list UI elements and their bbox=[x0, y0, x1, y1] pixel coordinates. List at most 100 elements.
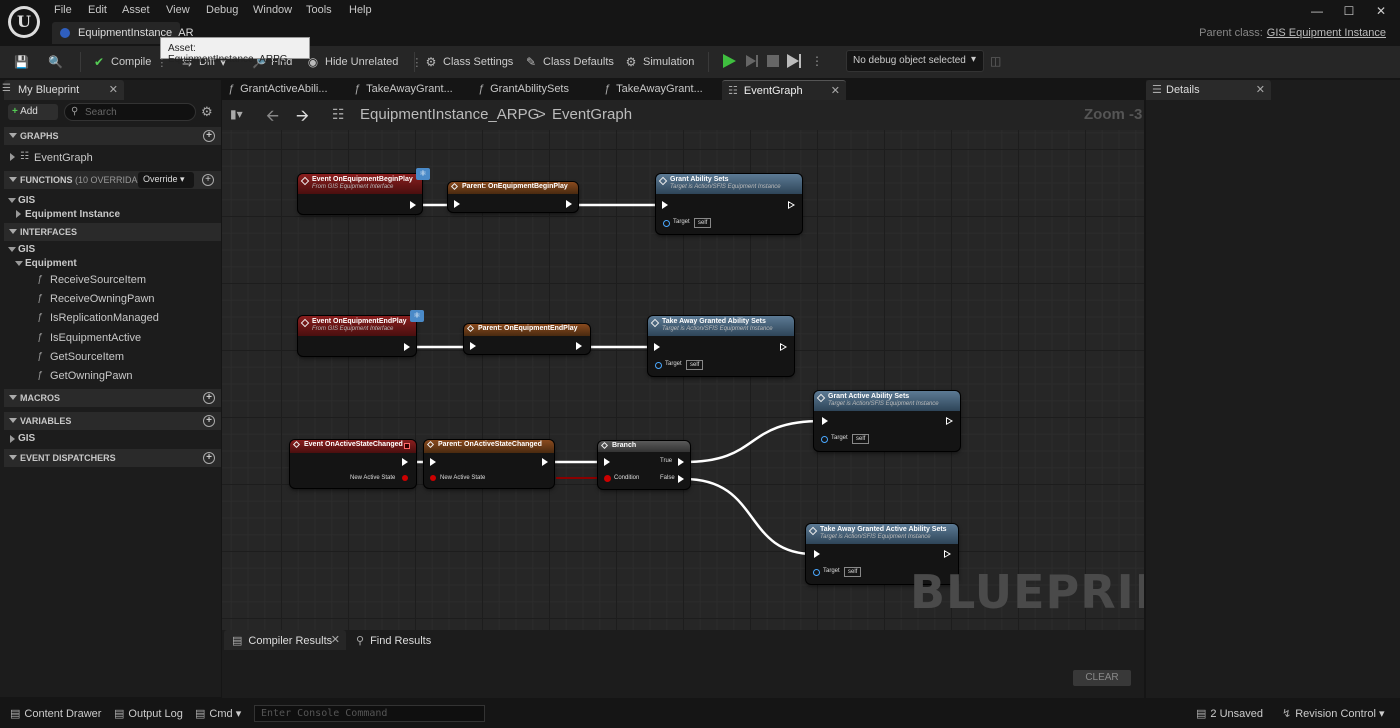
exec-in-pin[interactable] bbox=[604, 458, 610, 466]
node-event-on-equipment-begin-play[interactable]: Event OnEquipmentBeginPlay From GIS Equip… bbox=[298, 174, 422, 214]
tree-item-getsourceitem[interactable]: GetSourceItem bbox=[50, 351, 124, 363]
tab-eventgraph[interactable]: ☷ EventGraph ✕ bbox=[722, 80, 846, 100]
exec-out-pin[interactable] bbox=[410, 201, 416, 209]
delegate-pin[interactable] bbox=[404, 443, 410, 449]
output-log-button[interactable]: ▤ Output Log bbox=[114, 707, 183, 720]
node-parent-on-equipment-begin-play[interactable]: Parent: OnEquipmentBeginPlay bbox=[448, 182, 578, 212]
tab-grant-active-ability-sets[interactable]: ƒ GrantActiveAbili... bbox=[228, 80, 346, 100]
node-grant-ability-sets[interactable]: Grant Ability Sets Target is Action/SFIS … bbox=[656, 174, 802, 234]
true-exec-out-pin[interactable] bbox=[678, 458, 684, 466]
parent-class-link[interactable]: GIS Equipment Instance bbox=[1267, 27, 1386, 39]
self-value[interactable]: self bbox=[694, 218, 712, 228]
add-graph-icon[interactable]: + bbox=[203, 130, 215, 142]
stop-icon[interactable] bbox=[764, 52, 782, 70]
clear-button[interactable]: CLEAR bbox=[1073, 670, 1131, 686]
menu-file[interactable]: File bbox=[54, 4, 72, 18]
bool-out-pin[interactable] bbox=[402, 475, 408, 481]
add-variable-icon[interactable]: + bbox=[203, 415, 215, 427]
macros-section[interactable]: MACROS + bbox=[4, 389, 221, 407]
tree-category-gis[interactable]: GIS bbox=[18, 195, 35, 206]
tree-item-getowningpawn[interactable]: GetOwningPawn bbox=[50, 370, 133, 382]
node-grant-active-ability-sets[interactable]: Grant Active Ability Sets Target is Actio… bbox=[814, 391, 960, 451]
exec-out-pin[interactable] bbox=[780, 343, 787, 351]
debug-filter-icon[interactable]: ◫ bbox=[990, 54, 1001, 68]
back-arrow-icon[interactable]: 🡨 bbox=[266, 105, 279, 132]
menu-debug[interactable]: Debug bbox=[206, 4, 238, 18]
graphs-section[interactable]: GRAPHS + bbox=[4, 127, 221, 145]
close-icon[interactable]: ✕ bbox=[331, 633, 340, 646]
target-pin[interactable] bbox=[813, 569, 820, 576]
exec-out-pin[interactable] bbox=[946, 417, 953, 425]
menu-view[interactable]: View bbox=[166, 4, 190, 18]
find-results-tab[interactable]: ⚲ Find Results bbox=[348, 630, 448, 650]
play-icon[interactable] bbox=[720, 52, 738, 70]
tree-category-equipment[interactable]: Equipment bbox=[25, 258, 77, 269]
exec-in-pin[interactable] bbox=[814, 550, 820, 558]
tab-take-away-granted-2[interactable]: ƒ TakeAwayGrant... bbox=[604, 80, 722, 100]
target-pin[interactable] bbox=[821, 436, 828, 443]
menu-help[interactable]: Help bbox=[349, 4, 372, 18]
compiler-results-tab[interactable]: ▤ Compiler Results ✕ bbox=[224, 630, 346, 650]
unreal-logo-icon[interactable]: U bbox=[8, 6, 40, 38]
condition-pin[interactable] bbox=[604, 475, 611, 482]
node-event-on-active-state-changed[interactable]: Event OnActiveStateChanged New Active St… bbox=[290, 440, 416, 488]
unsaved-button[interactable]: ▤ 2 Unsaved bbox=[1196, 707, 1263, 720]
expand-arrow-icon[interactable] bbox=[16, 210, 21, 218]
cmd-dropdown[interactable]: ▤ Cmd ▾ bbox=[195, 707, 241, 720]
menu-asset[interactable]: Asset bbox=[122, 4, 150, 18]
target-pin[interactable] bbox=[655, 362, 662, 369]
exec-in-pin[interactable] bbox=[454, 200, 460, 208]
settings-gear-icon[interactable]: ⚙ bbox=[201, 104, 213, 120]
revision-control-button[interactable]: ↯ Revision Control ▾ bbox=[1282, 707, 1385, 720]
forward-arrow-icon[interactable]: 🡪 bbox=[296, 105, 309, 132]
self-value[interactable]: self bbox=[852, 434, 870, 444]
breadcrumb-graph[interactable]: EventGraph bbox=[552, 106, 632, 123]
false-exec-out-pin[interactable] bbox=[678, 475, 684, 483]
override-dropdown[interactable]: Override ▾ bbox=[138, 172, 194, 188]
maximize-icon[interactable]: ☐ bbox=[1342, 4, 1356, 18]
close-window-icon[interactable]: ✕ bbox=[1374, 4, 1388, 18]
details-tab[interactable]: ☰ Details ✕ bbox=[1146, 80, 1271, 100]
step-forward-icon[interactable] bbox=[743, 52, 761, 70]
tab-take-away-granted[interactable]: ƒ TakeAwayGrant... bbox=[354, 80, 472, 100]
self-value[interactable]: self bbox=[686, 360, 704, 370]
self-value[interactable]: self bbox=[844, 567, 862, 577]
close-icon[interactable]: ✕ bbox=[1256, 83, 1265, 96]
exec-in-pin[interactable] bbox=[430, 458, 436, 466]
eject-icon[interactable] bbox=[785, 52, 803, 70]
target-pin[interactable] bbox=[663, 220, 670, 227]
class-settings-button[interactable]: ⚙ Class Settings bbox=[424, 53, 514, 71]
close-icon[interactable]: ✕ bbox=[109, 83, 118, 96]
exec-in-pin[interactable] bbox=[654, 343, 660, 351]
tree-category-gis[interactable]: GIS bbox=[18, 433, 35, 444]
node-event-on-equipment-end-play[interactable]: Event OnEquipmentEndPlay From GIS Equipme… bbox=[298, 316, 416, 356]
exec-out-pin[interactable] bbox=[402, 458, 408, 466]
tree-item-isequipmentactive[interactable]: IsEquipmentActive bbox=[50, 332, 141, 344]
browse-button[interactable]: 🔍 bbox=[48, 53, 63, 71]
event-dispatchers-section[interactable]: EVENT DISPATCHERS + bbox=[4, 449, 221, 467]
tree-category-equipment-instance[interactable]: Equipment Instance bbox=[25, 209, 120, 220]
node-parent-on-equipment-end-play[interactable]: Parent: OnEquipmentEndPlay bbox=[464, 324, 590, 354]
debug-object-select[interactable]: No debug object selected ▾ bbox=[846, 50, 984, 72]
content-drawer-button[interactable]: ▤ Content Drawer bbox=[10, 707, 101, 720]
exec-in-pin[interactable] bbox=[470, 342, 476, 350]
minimize-icon[interactable]: — bbox=[1310, 4, 1324, 18]
collapse-arrow-icon[interactable] bbox=[8, 198, 16, 203]
save-button[interactable]: 💾 bbox=[14, 53, 29, 71]
exec-out-pin[interactable] bbox=[404, 343, 410, 351]
add-event-dispatcher-icon[interactable]: + bbox=[203, 452, 215, 464]
exec-in-pin[interactable] bbox=[662, 201, 668, 209]
hide-unrelated-button[interactable]: ◉ Hide Unrelated ⋮ bbox=[306, 53, 423, 71]
tree-item-isreplicationmanaged[interactable]: IsReplicationManaged bbox=[50, 312, 159, 324]
menu-edit[interactable]: Edit bbox=[88, 4, 107, 18]
exec-in-pin[interactable] bbox=[822, 417, 828, 425]
node-branch[interactable]: Branch True Condition False bbox=[598, 441, 690, 489]
expand-arrow-icon[interactable] bbox=[10, 153, 15, 161]
bookmark-icon[interactable]: ▮▾ bbox=[230, 107, 243, 121]
graph-canvas[interactable]: Event OnEquipmentBeginPlay From GIS Equip… bbox=[222, 130, 1144, 630]
breadcrumb-asset[interactable]: EquipmentInstance_ARPG bbox=[360, 106, 539, 123]
compile-button[interactable]: ✔ Compile ⋮ bbox=[92, 53, 167, 71]
exec-out-pin[interactable] bbox=[944, 550, 951, 558]
node-parent-on-active-state-changed[interactable]: Parent: OnActiveStateChanged New Active … bbox=[424, 440, 554, 488]
console-input[interactable]: Enter Console Command bbox=[254, 705, 485, 722]
